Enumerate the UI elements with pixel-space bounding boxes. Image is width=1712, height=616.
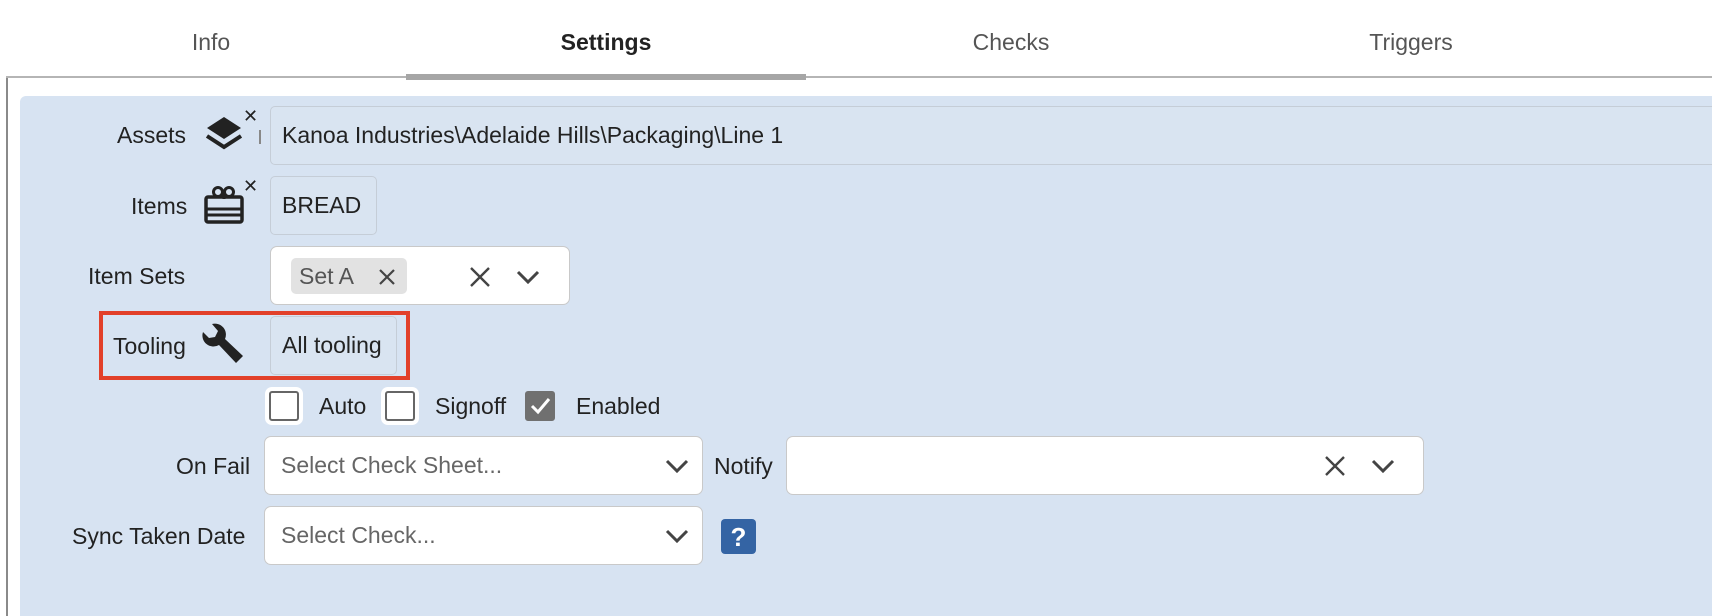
tab-bar: Info Settings Checks Triggers — [6, 0, 1712, 80]
assets-clear-icon[interactable]: ✕ — [243, 107, 258, 125]
wrench-icon[interactable] — [199, 323, 247, 367]
auto-label: Auto — [319, 393, 367, 419]
item-sets-label: Item Sets — [88, 263, 186, 289]
on-fail-placeholder: Select Check Sheet... — [281, 452, 503, 478]
assets-field[interactable]: Kanoa Industries\Adelaide Hills\Packagin… — [270, 106, 1712, 165]
signoff-label: Signoff — [435, 393, 507, 419]
chevron-down-icon[interactable] — [665, 459, 689, 473]
chip-remove-icon[interactable] — [378, 268, 396, 286]
chevron-down-icon[interactable] — [665, 529, 689, 543]
assets-label: Assets — [117, 122, 187, 148]
sync-taken-date-placeholder: Select Check... — [281, 522, 436, 548]
items-field[interactable]: BREAD — [270, 176, 377, 235]
tooling-field[interactable]: All tooling — [270, 316, 397, 375]
set-chip-label: Set A — [299, 262, 354, 289]
chevron-down-icon[interactable] — [1371, 459, 1395, 473]
tab-checks[interactable]: Checks — [811, 0, 1211, 78]
on-fail-select[interactable]: Select Check Sheet... — [264, 436, 703, 495]
checkmark-icon — [530, 398, 551, 415]
assets-separator — [259, 130, 261, 144]
auto-checkbox[interactable] — [269, 391, 299, 421]
items-label: Items — [131, 193, 188, 219]
notify-label: Notify — [714, 453, 773, 479]
sync-taken-date-select[interactable]: Select Check... — [264, 506, 703, 565]
signoff-checkbox[interactable] — [385, 391, 415, 421]
gift-box-icon[interactable] — [203, 185, 245, 225]
items-clear-icon[interactable]: ✕ — [243, 177, 258, 195]
tab-triggers[interactable]: Triggers — [1211, 0, 1611, 78]
on-fail-label: On Fail — [176, 453, 251, 479]
enabled-checkbox[interactable] — [525, 391, 555, 421]
tab-settings[interactable]: Settings — [406, 0, 806, 80]
tooling-label: Tooling — [113, 333, 186, 359]
clear-icon[interactable] — [1324, 455, 1346, 477]
layers-icon[interactable] — [204, 114, 244, 156]
left-divider — [6, 78, 8, 616]
help-button[interactable]: ? — [721, 519, 756, 554]
sync-taken-date-label: Sync Taken Date — [72, 523, 246, 549]
tab-info[interactable]: Info — [11, 0, 411, 78]
chevron-down-icon[interactable] — [516, 270, 540, 284]
clear-icon[interactable] — [469, 266, 491, 288]
enabled-label: Enabled — [576, 393, 661, 419]
